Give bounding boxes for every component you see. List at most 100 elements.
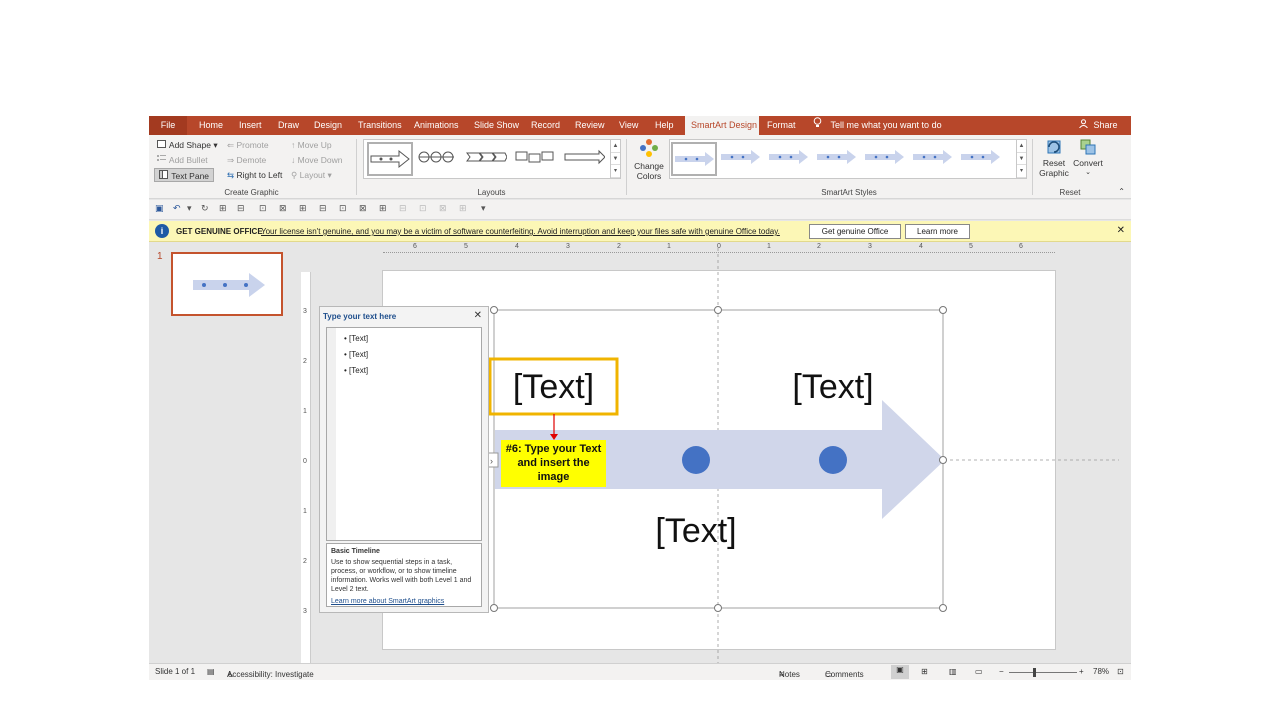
toolbar-icon-12[interactable]: ⊠	[439, 203, 447, 214]
layouts-gallery-scroll[interactable]: ▲ ▼ ▾	[610, 140, 620, 178]
change-colors-button[interactable]: Change Colors	[629, 135, 669, 199]
palette-icon	[639, 138, 659, 160]
layout-button[interactable]: ⚲ Layout ▾	[291, 168, 332, 182]
move-down-button[interactable]: ↓ Move Down	[291, 153, 343, 167]
reading-view-icon[interactable]: ▥	[949, 667, 957, 676]
slide-count: Slide 1 of 1	[155, 667, 196, 676]
share-button[interactable]: Share	[1079, 116, 1118, 135]
add-shape-label: Add Shape	[168, 140, 211, 150]
license-message-link[interactable]: Your license isn't genuine, and you may …	[261, 227, 780, 236]
tab-file[interactable]: File	[149, 116, 187, 135]
slide-sorter-icon[interactable]: ⊞	[921, 667, 928, 676]
style-thumb-2[interactable]	[719, 142, 765, 176]
tab-transitions[interactable]: Transitions	[352, 116, 408, 135]
zoom-in-icon[interactable]: +	[1079, 667, 1084, 676]
toolbar-icon-4[interactable]: ⊠	[279, 203, 287, 214]
learn-more-button[interactable]: Learn more	[905, 224, 970, 239]
style-thumb-7[interactable]	[959, 142, 1005, 176]
quick-access-toolbar: ▣ ↶ ▾ ↻ ⊞ ⊟ ⊡ ⊠ ⊞ ⊟ ⊡ ⊠ ⊞ ⊟ ⊡ ⊠ ⊞ ▾	[149, 200, 1131, 220]
smartart-text-3[interactable]: [Text]	[639, 504, 753, 558]
reset-graphic-button[interactable]: Reset Graphic	[1039, 138, 1069, 178]
spellcheck-icon[interactable]: ▤	[207, 667, 215, 676]
styles-gallery-scroll[interactable]: ▲ ▼ ▾	[1016, 140, 1026, 178]
tab-record[interactable]: Record	[525, 116, 566, 135]
undo-dropdown-icon[interactable]: ▾	[187, 203, 192, 214]
slideshow-icon[interactable]: ▭	[975, 667, 983, 676]
save-icon[interactable]: ▣	[155, 203, 164, 214]
zoom-slider-thumb[interactable]	[1033, 668, 1036, 677]
right-to-left-button[interactable]: ⇆ Right to Left	[227, 168, 282, 182]
tab-slide-show[interactable]: Slide Show	[468, 116, 525, 135]
tab-animations[interactable]: Animations	[408, 116, 465, 135]
text-pane-editor[interactable]: • [Text] • [Text] • [Text]	[326, 327, 482, 541]
change-colors-label: Change Colors	[634, 161, 664, 181]
zoom-level[interactable]: 78%	[1093, 667, 1109, 676]
tab-format[interactable]: Format	[761, 116, 802, 135]
promote-button[interactable]: ⇐ Promote	[227, 138, 269, 152]
accessibility-label: Accessibility: Investigate	[227, 670, 314, 679]
convert-icon	[1079, 138, 1097, 158]
add-shape-button[interactable]: Add Shape ▾	[157, 138, 218, 152]
smartart-styles-gallery[interactable]: ▲ ▼ ▾	[669, 139, 1027, 179]
toolbar-icon-9[interactable]: ⊞	[379, 203, 387, 214]
tab-draw[interactable]: Draw	[272, 116, 305, 135]
tab-review[interactable]: Review	[569, 116, 611, 135]
demote-button[interactable]: ⇒ Demote	[227, 153, 266, 167]
toolbar-icon-8[interactable]: ⊠	[359, 203, 367, 214]
tab-home[interactable]: Home	[193, 116, 229, 135]
ruler-label: 6	[1019, 243, 1023, 250]
move-up-button[interactable]: ↑ Move Up	[291, 138, 332, 152]
tab-help[interactable]: Help	[649, 116, 680, 135]
toolbar-icon-10[interactable]: ⊟	[399, 203, 407, 214]
style-thumb-6[interactable]	[911, 142, 957, 176]
text-pane-icon	[159, 169, 169, 183]
tell-me-search[interactable]: Tell me what you want to do	[813, 116, 942, 135]
layout-thumb-circle-timeline[interactable]	[416, 142, 462, 176]
style-thumb-1[interactable]	[671, 142, 717, 176]
convert-button[interactable]: Convert ⌄	[1073, 138, 1103, 176]
zoom-slider[interactable]	[1009, 672, 1077, 673]
layout-thumb-arrow-process[interactable]	[563, 142, 609, 176]
style-thumb-4[interactable]	[815, 142, 861, 176]
layout-thumb-basic-timeline[interactable]	[367, 142, 413, 176]
list-item[interactable]: • [Text]	[344, 366, 368, 375]
learn-more-smartart-link[interactable]: Learn more about SmartArt graphics	[331, 597, 477, 606]
undo-icon[interactable]: ↶	[173, 203, 181, 214]
customize-qat-icon[interactable]: ▾	[481, 203, 486, 214]
tab-view[interactable]: View	[613, 116, 644, 135]
tell-me-label: Tell me what you want to do	[830, 120, 942, 130]
close-icon[interactable]: ✕	[474, 310, 482, 321]
tab-smartart-design[interactable]: SmartArt Design	[685, 116, 759, 135]
tab-design[interactable]: Design	[308, 116, 348, 135]
layout-thumb-step-process[interactable]	[514, 142, 560, 176]
smartart-text-1[interactable]: [Text]	[490, 360, 617, 414]
toolbar-icon-11[interactable]: ⊡	[419, 203, 427, 214]
close-icon[interactable]: ✕	[1117, 225, 1125, 236]
toolbar-icon-13[interactable]: ⊞	[459, 203, 467, 214]
layout-thumb-chevron-process[interactable]	[465, 142, 511, 176]
toolbar-icon-6[interactable]: ⊟	[319, 203, 327, 214]
collapse-ribbon-icon[interactable]: ⌃	[1118, 187, 1125, 196]
toolbar-icon-1[interactable]: ⊞	[219, 203, 227, 214]
toolbar-icon-7[interactable]: ⊡	[339, 203, 347, 214]
style-thumb-5[interactable]	[863, 142, 909, 176]
normal-view-icon[interactable]: ▣	[891, 665, 909, 679]
toolbar-icon-5[interactable]: ⊞	[299, 203, 307, 214]
redo-icon[interactable]: ↻	[201, 203, 209, 214]
smartart-styles-group-label: SmartArt Styles	[821, 188, 877, 197]
zoom-out-icon[interactable]: −	[999, 667, 1004, 676]
fit-slide-icon[interactable]: ⊡	[1117, 667, 1124, 676]
list-item[interactable]: • [Text]	[344, 334, 368, 343]
tab-insert[interactable]: Insert	[233, 116, 268, 135]
smartart-text-2[interactable]: [Text]	[779, 360, 887, 414]
layouts-gallery[interactable]: ▲ ▼ ▾	[363, 139, 621, 179]
toolbar-icon-2[interactable]: ⊟	[237, 203, 245, 214]
add-bullet-button[interactable]: Add Bullet	[157, 153, 208, 167]
text-pane-button[interactable]: Text Pane	[154, 168, 215, 183]
list-item[interactable]: • [Text]	[344, 350, 368, 359]
toolbar-icon-3[interactable]: ⊡	[259, 203, 267, 214]
slide-thumbnail[interactable]	[171, 252, 283, 316]
arrow-right-icon: ⇒	[227, 155, 235, 165]
style-thumb-3[interactable]	[767, 142, 813, 176]
get-genuine-office-button[interactable]: Get genuine Office	[809, 224, 901, 239]
